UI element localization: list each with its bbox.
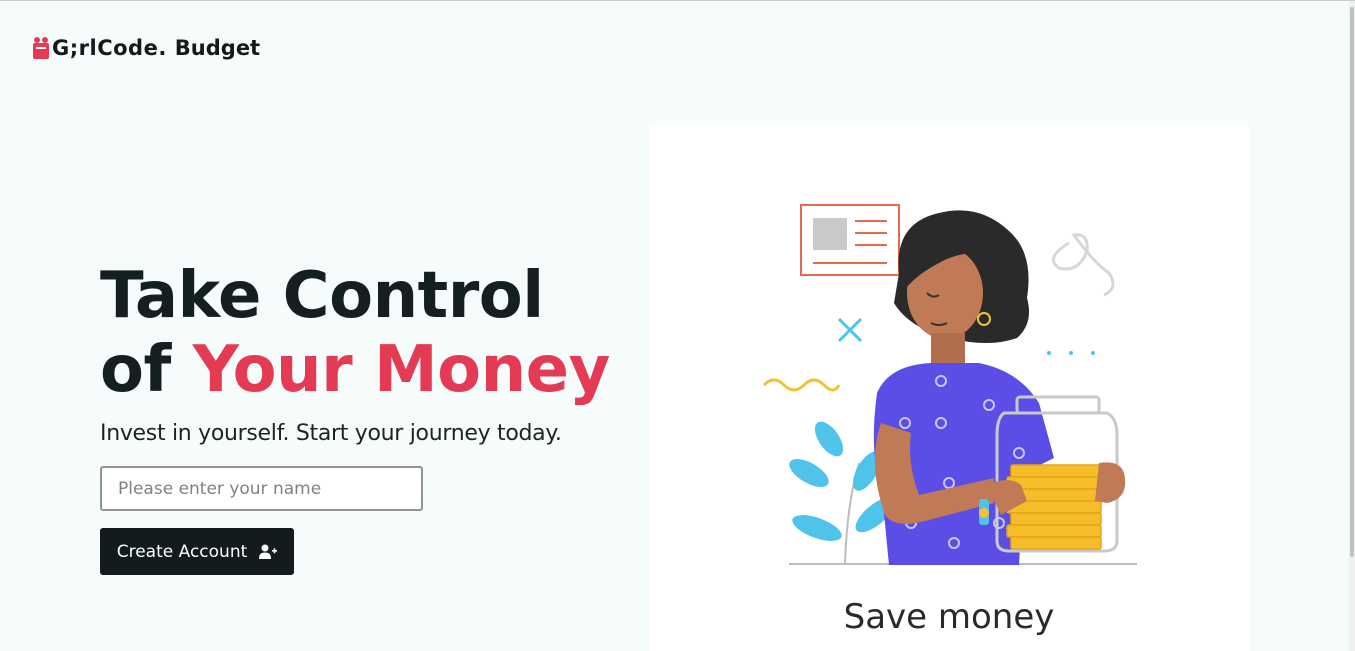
- headline-of: of: [100, 333, 171, 407]
- name-input[interactable]: [100, 466, 423, 511]
- headline-line1: Take Control: [100, 259, 544, 333]
- logo-mark-icon: [33, 37, 49, 59]
- feature-caption: Save money: [843, 597, 1055, 637]
- hero-headline: Take Control of Your Money: [100, 259, 610, 407]
- brand-product: Budget: [174, 36, 261, 60]
- create-account-button[interactable]: Create Account: [100, 528, 294, 575]
- page-scrollbar[interactable]: [1349, 1, 1355, 651]
- user-plus-icon: [259, 544, 278, 559]
- hero-subtitle: Invest in yourself. Start your journey t…: [100, 421, 562, 446]
- headline-accent: Your Money: [192, 333, 611, 407]
- scrollbar-thumb[interactable]: [1350, 7, 1354, 557]
- brand-girl: G;rl: [52, 36, 98, 60]
- saving-woman-illustration: [762, 204, 1137, 565]
- feature-card: Save money: [649, 123, 1249, 651]
- brand-logo[interactable]: G;rl Code. Budget: [32, 35, 260, 61]
- hero-section: Take Control of Your Money Invest in you…: [100, 259, 610, 446]
- create-account-label: Create Account: [116, 541, 248, 562]
- brand-code: Code.: [97, 36, 167, 60]
